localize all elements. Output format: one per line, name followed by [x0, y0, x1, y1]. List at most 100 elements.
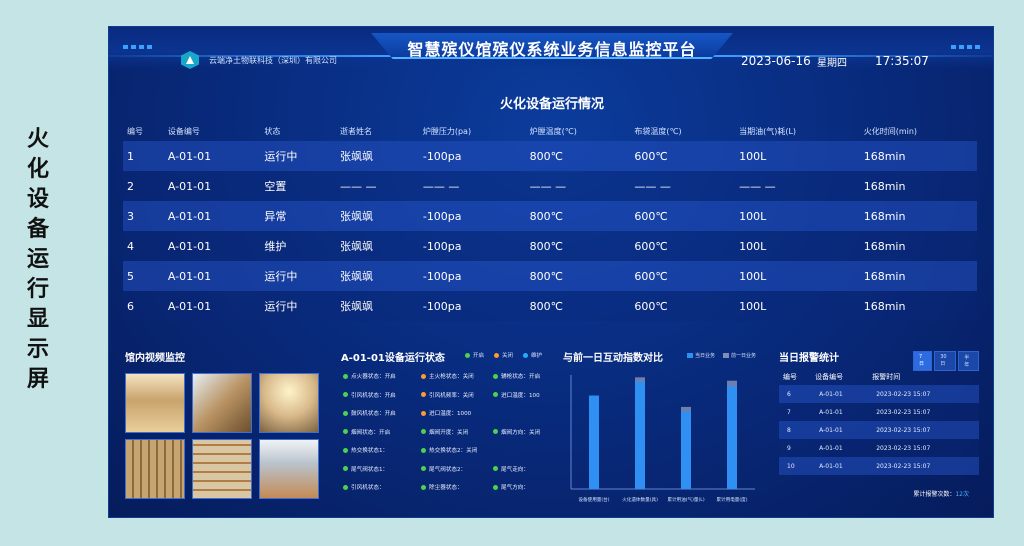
column-header: 状态	[264, 126, 281, 136]
table-cell: -100pa	[418, 141, 526, 171]
status-item: 烟阀方向：关闭	[493, 423, 551, 442]
status-item: 除尘器状态：	[421, 478, 493, 497]
legend-yesterday: 前一日业务	[723, 352, 756, 359]
alarm-cell: 2023-02-23 15:07	[868, 457, 979, 475]
table-row[interactable]: 5 A-01-01 运行中 张飒飒 -100pa 800℃ 600℃ 100L 168min	[123, 261, 977, 291]
video-thumbnail[interactable]	[192, 439, 252, 499]
side-title-char: 备	[26, 217, 49, 242]
table-cell: 4	[123, 231, 164, 261]
alarm-total: 累计报警次数：12次	[913, 489, 969, 498]
table-cell: —— —	[418, 171, 526, 201]
video-thumbnail[interactable]	[192, 373, 252, 433]
status-dot-icon	[493, 373, 498, 379]
table-row[interactable]: 3 A-01-01 异常 张飒飒 -100pa 800℃ 600℃ 100L 168min	[123, 201, 977, 231]
status-dot-icon	[421, 484, 426, 490]
table-cell: 600℃	[630, 141, 736, 171]
table-cell: 100L	[735, 201, 860, 231]
status-item-label: 热交换状态1：	[351, 448, 389, 455]
status-item: 鼓风机状态：开启	[343, 404, 421, 423]
alarm-column-header: 编号	[783, 373, 797, 381]
alarm-row[interactable]: 7 A-01-01 2023-02-23 15:07	[779, 403, 979, 421]
status-dot-icon	[421, 373, 426, 379]
alarm-tab[interactable]: 30日	[934, 351, 957, 371]
status-grid: 点火器状态：开启 主火枪状态：关闭 辅枪状态：开启引风机状态：开启 引风机频率：关闭 进…	[343, 367, 551, 497]
table-cell: —— —	[735, 171, 860, 201]
status-dot-icon	[343, 429, 348, 435]
table-row[interactable]: 6 A-01-01 运行中 张飒飒 -100pa 800℃ 600℃ 100L 168min	[123, 291, 977, 321]
side-title-char: 显	[26, 307, 49, 332]
alarm-row[interactable]: 9 A-01-01 2023-02-23 15:07	[779, 439, 979, 457]
alarm-tab[interactable]: 7日	[913, 351, 933, 371]
table-cell: 168min	[859, 231, 977, 261]
table-cell: 张飒飒	[336, 291, 419, 321]
video-thumbnail[interactable]	[125, 439, 185, 499]
video-thumbnail[interactable]	[259, 439, 319, 499]
table-row[interactable]: 2 A-01-01 空置 —— — —— — —— — —— — —— —168min	[123, 171, 977, 201]
table-cell: 运行中	[260, 291, 337, 321]
status-item-label: 引风机状态：开启	[351, 392, 396, 399]
status-dot-icon	[421, 429, 426, 435]
x-tick-label: 累计用油(气)量(L)	[667, 496, 704, 503]
video-thumbnail[interactable]	[259, 373, 319, 433]
column-header: 编号	[127, 126, 143, 136]
video-panel-title: 馆内视频监控	[125, 353, 185, 364]
status-dot-icon	[421, 410, 426, 416]
alarm-range-tabs: 7日 30日 半年	[913, 351, 979, 371]
table-cell: 运行中	[260, 261, 337, 291]
status-item: 引风机频率：关闭	[421, 386, 493, 405]
header-weekday: 星期四	[817, 58, 847, 69]
status-item: 尾气走向：	[493, 460, 551, 479]
status-item-label: 除尘器状态：	[429, 485, 463, 492]
status-legend-label: 关闭	[502, 353, 514, 359]
status-dot-icon	[493, 466, 498, 472]
header-date: 2023-06-16	[741, 54, 811, 68]
status-dot-icon	[421, 447, 426, 453]
table-header-row: 编号 设备编号 状态 逝者姓名 炉膛压力(pa) 炉膛温度(℃) 布袋温度(℃) 当期油(气)…	[123, 121, 977, 141]
status-item-label: 尾气方向：	[501, 485, 529, 492]
x-tick-label: 设备使用量(台)	[578, 496, 609, 503]
compare-bar-chart: 设备使用量(台) 火化遗体数量(具) 累计用油(气)量(L) 累计用电量(度)	[570, 375, 755, 503]
status-item-label: 进口温度：100	[501, 392, 540, 399]
alarm-cell: 2023-02-23 15:07	[868, 421, 979, 439]
table-row[interactable]: 4 A-01-01 维护 张飒飒 -100pa 800℃ 600℃ 100L 168min	[123, 231, 977, 261]
equipment-table: 编号 设备编号 状态 逝者姓名 炉膛压力(pa) 炉膛温度(℃) 布袋温度(℃) 当期油(气)…	[123, 121, 977, 321]
status-item: 点火器状态：开启	[343, 367, 421, 386]
table-cell: 600℃	[630, 231, 736, 261]
status-item-label: 引风机状态：	[351, 485, 385, 492]
status-legend-item: 关闭	[494, 351, 513, 359]
alarm-cell: A-01-01	[811, 385, 869, 403]
table-cell: -100pa	[418, 291, 526, 321]
alarm-row[interactable]: 8 A-01-01 2023-02-23 15:07	[779, 421, 979, 439]
table-cell: A-01-01	[163, 171, 261, 201]
dashboard-screen: 智慧殡仪馆殡仪系统业务信息监控平台 云端净土物联科技（深圳）有限公司 2023-…	[108, 26, 994, 518]
table-cell: A-01-01	[163, 261, 261, 291]
table-row[interactable]: 1 A-01-01 运行中 张飒飒 -100pa 800℃ 600℃ 100L 168min	[123, 141, 977, 171]
alarm-tab[interactable]: 半年	[958, 351, 979, 371]
table-cell: 张飒飒	[336, 231, 419, 261]
status-item: 烟阀状态：开启	[343, 423, 421, 442]
video-thumbnail[interactable]	[125, 373, 185, 433]
status-dot-icon	[465, 352, 470, 358]
alarm-column-header: 报警时间	[872, 373, 901, 381]
bar-today	[589, 395, 599, 489]
status-item-label: 尾气走向：	[501, 466, 529, 473]
alarm-row[interactable]: 10 A-01-01 2023-02-23 15:07	[779, 457, 979, 475]
alarm-panel: 当日报警统计 7日 30日 半年 编号 设备编号 报警时间 6 A-01-01 2023-0…	[779, 349, 979, 515]
status-item: 辅枪状态：开启	[493, 367, 551, 386]
table-cell: 800℃	[525, 231, 631, 261]
table-cell: 6	[123, 291, 164, 321]
alarm-cell: 2023-02-23 15:07	[868, 385, 979, 403]
status-item-label: 主火枪状态：关闭	[429, 374, 474, 381]
column-header: 设备编号	[167, 126, 200, 136]
status-item-label: 引风机频率：关闭	[429, 392, 474, 399]
alarm-cell: 6	[779, 385, 812, 403]
alarm-total-value: 12次	[955, 491, 969, 498]
alarm-row[interactable]: 6 A-01-01 2023-02-23 15:07	[779, 385, 979, 403]
status-legend: 开启 关闭 维护	[465, 351, 542, 359]
table-cell: -100pa	[418, 201, 526, 231]
table-cell: 800℃	[525, 201, 631, 231]
table-cell: 张飒飒	[336, 261, 419, 291]
alarm-column-header: 设备编号	[815, 373, 844, 381]
table-cell: 168min	[859, 201, 977, 231]
bar-today	[635, 381, 645, 489]
